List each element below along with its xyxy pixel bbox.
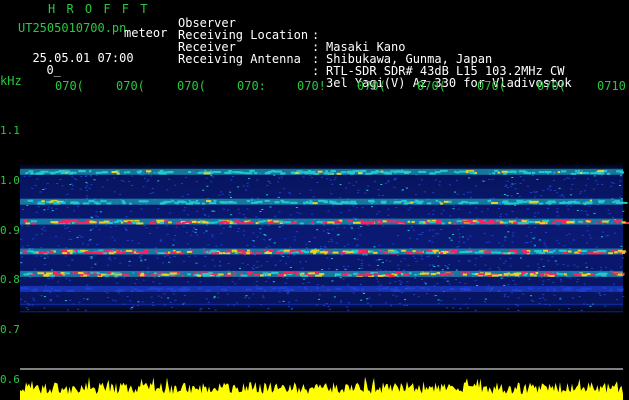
brand-title: H R O F F T xyxy=(48,2,150,16)
x-tick-label: 070( xyxy=(417,79,446,93)
info-row-observer: Observer : Masaki Kano xyxy=(178,5,405,53)
signal-band-3 xyxy=(20,248,627,255)
x-tick-label: 070: xyxy=(237,79,266,93)
x-tick-label: 070( xyxy=(177,79,206,93)
mode-tag: meteor xyxy=(124,26,168,40)
info-row-antenna: Receiving Antenna : 3el Yagi(V) Az 330 f… xyxy=(178,41,572,89)
x-tick-label: 070( xyxy=(477,79,506,93)
datetime-extra: 0_ xyxy=(46,63,61,77)
x-tick-label: 070( xyxy=(537,79,566,93)
x-tick-label: 070( xyxy=(357,79,386,93)
x-tick-label: 070( xyxy=(55,79,84,93)
info-sep: : xyxy=(312,64,320,78)
y-tick-label: 0.9 xyxy=(0,224,20,237)
datetime: 25.05.01 07:00 0_ xyxy=(18,40,133,77)
y-tick-label: 0.6 xyxy=(0,373,20,386)
signal-band-0 xyxy=(20,168,624,175)
x-tick-label: 070( xyxy=(116,79,145,93)
signal-band-2 xyxy=(20,218,629,225)
faint-line xyxy=(20,311,623,313)
y-tick-label: 0.8 xyxy=(0,273,20,286)
y-axis-unit: kHz xyxy=(0,74,22,88)
x-tick-label: 070! xyxy=(297,79,326,93)
faint-line xyxy=(20,303,623,305)
y-tick-label: 0.7 xyxy=(0,323,20,336)
station-info: Observer : Masaki Kano Receiving Locatio… xyxy=(178,5,572,89)
spectrogram-plot xyxy=(20,168,629,400)
file-name: UT2505010700.pn xyxy=(18,21,127,35)
info-row-location: Receiving Location : Shibukawa, Gunma, J… xyxy=(178,17,492,65)
info-row-receiver: Receiver : RTL-SDR SDR# 43dB L15 103.2MH… xyxy=(178,29,564,77)
y-tick-label: 1.0 xyxy=(0,174,20,187)
signal-band-4 xyxy=(20,270,625,277)
y-tick-label: 1.1 xyxy=(0,124,20,137)
info-label: Receiving Antenna xyxy=(178,52,301,66)
amplitude-trace xyxy=(20,376,623,400)
x-tick-label: 0710 xyxy=(597,79,626,93)
signal-band-5 xyxy=(20,285,624,292)
signal-band-1 xyxy=(20,198,628,205)
